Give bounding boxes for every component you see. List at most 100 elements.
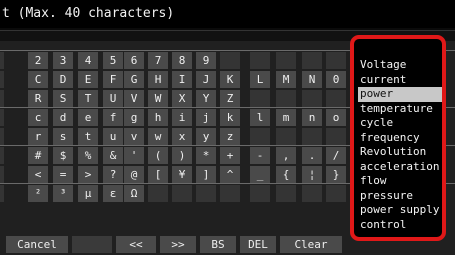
preset-item[interactable]: acceleration: [358, 160, 442, 175]
key-r0-2[interactable]: 4: [78, 52, 98, 69]
key-r4-5[interactable]: w: [148, 128, 168, 145]
key-r3-10[interactable]: m: [276, 109, 296, 126]
key-r6-10[interactable]: {: [276, 166, 296, 183]
key-r7-0[interactable]: ²: [28, 185, 48, 202]
key-r2-3[interactable]: U: [103, 90, 123, 107]
key-r3-4[interactable]: g: [124, 109, 144, 126]
preset-item[interactable]: current: [358, 73, 442, 88]
key-r6-5[interactable]: [: [148, 166, 168, 183]
preset-item[interactable]: control: [358, 218, 442, 233]
key-r2-5[interactable]: W: [148, 90, 168, 107]
cursor-right-button[interactable]: >>: [160, 236, 196, 253]
key-r5-11[interactable]: .: [302, 147, 322, 164]
key-r5-5[interactable]: (: [148, 147, 168, 164]
key-r4-2[interactable]: t: [78, 128, 98, 145]
key-r1-0[interactable]: C: [28, 71, 48, 88]
key-r5-7[interactable]: *: [196, 147, 216, 164]
key-r7-1[interactable]: ³: [53, 185, 73, 202]
key-r0-1[interactable]: 3: [53, 52, 73, 69]
key-r2-4[interactable]: V: [124, 90, 144, 107]
key-r3-3[interactable]: f: [103, 109, 123, 126]
preset-item[interactable]: Revolution: [358, 145, 442, 160]
key-r6-1[interactable]: =: [53, 166, 73, 183]
key-r5-1[interactable]: $: [53, 147, 73, 164]
key-r1-7[interactable]: J: [196, 71, 216, 88]
key-r3-5[interactable]: h: [148, 109, 168, 126]
key-r2-6[interactable]: X: [172, 90, 192, 107]
key-r6-6[interactable]: ¥: [172, 166, 192, 183]
key-r2-0[interactable]: R: [28, 90, 48, 107]
key-r3-0[interactable]: c: [28, 109, 48, 126]
key-r5-3[interactable]: &: [103, 147, 123, 164]
preset-item[interactable]: frequency: [358, 131, 442, 146]
preset-item[interactable]: Voltage: [358, 58, 442, 73]
key-r7-3[interactable]: ε: [103, 185, 123, 202]
key-r4-4[interactable]: v: [124, 128, 144, 145]
key-r5-9[interactable]: -: [250, 147, 270, 164]
key-r1-10[interactable]: M: [276, 71, 296, 88]
key-r5-2[interactable]: %: [78, 147, 98, 164]
clear-button[interactable]: Clear: [280, 236, 342, 253]
cancel-button[interactable]: Cancel: [6, 236, 68, 253]
key-r3-2[interactable]: e: [78, 109, 98, 126]
preset-item[interactable]: cycle: [358, 116, 442, 131]
key-r0-4[interactable]: 6: [124, 52, 144, 69]
key-r0-3[interactable]: 5: [103, 52, 123, 69]
key-r4-8[interactable]: z: [220, 128, 240, 145]
key-r6-7[interactable]: ]: [196, 166, 216, 183]
key-r4-3[interactable]: u: [103, 128, 123, 145]
key-r1-9[interactable]: L: [250, 71, 270, 88]
preset-item[interactable]: pressure: [358, 189, 442, 204]
backspace-button[interactable]: BS: [200, 236, 236, 253]
key-r6-3[interactable]: ?: [103, 166, 123, 183]
key-r6-8[interactable]: ^: [220, 166, 240, 183]
preset-item[interactable]: temperature: [358, 102, 442, 117]
key-r6-11[interactable]: ¦: [302, 166, 322, 183]
key-r6-9[interactable]: _: [250, 166, 270, 183]
preset-item[interactable]: power supply: [358, 203, 442, 218]
key-r3-12[interactable]: o: [326, 109, 346, 126]
key-r1-2[interactable]: E: [78, 71, 98, 88]
key-r3-11[interactable]: n: [302, 109, 322, 126]
key-r2-1[interactable]: S: [53, 90, 73, 107]
key-r1-6[interactable]: I: [172, 71, 192, 88]
key-r5-0[interactable]: #: [28, 147, 48, 164]
key-r6-2[interactable]: >: [78, 166, 98, 183]
key-r1-8[interactable]: K: [220, 71, 240, 88]
key-r6-4[interactable]: @: [124, 166, 144, 183]
key-r4-1[interactable]: s: [53, 128, 73, 145]
key-r6-0[interactable]: <: [28, 166, 48, 183]
key-r2-7[interactable]: Y: [196, 90, 216, 107]
key-r3-9[interactable]: l: [250, 109, 270, 126]
key-r2-2[interactable]: T: [78, 90, 98, 107]
key-r5-12[interactable]: /: [326, 147, 346, 164]
key-r5-8[interactable]: +: [220, 147, 240, 164]
key-r7-2[interactable]: μ: [78, 185, 98, 202]
key-r3-7[interactable]: j: [196, 109, 216, 126]
key-r1-1[interactable]: D: [53, 71, 73, 88]
key-r0-6[interactable]: 8: [172, 52, 192, 69]
key-r2-8[interactable]: Z: [220, 90, 240, 107]
key-r3-1[interactable]: d: [53, 109, 73, 126]
key-r1-5[interactable]: H: [148, 71, 168, 88]
key-r1-12[interactable]: 0: [326, 71, 346, 88]
key-r3-6[interactable]: i: [172, 109, 192, 126]
key-r5-6[interactable]: ): [172, 147, 192, 164]
key-r1-4[interactable]: G: [124, 71, 144, 88]
key-r4-6[interactable]: x: [172, 128, 192, 145]
key-r0-0[interactable]: 2: [28, 52, 48, 69]
delete-button[interactable]: DEL: [240, 236, 276, 253]
key-r6-12[interactable]: }: [326, 166, 346, 183]
key-r5-4[interactable]: ': [124, 147, 144, 164]
preset-item[interactable]: flow: [358, 174, 442, 189]
key-r3-8[interactable]: k: [220, 109, 240, 126]
preset-item[interactable]: power: [358, 87, 442, 102]
key-r7-4[interactable]: Ω: [124, 185, 144, 202]
key-r4-7[interactable]: y: [196, 128, 216, 145]
key-r5-10[interactable]: ,: [276, 147, 296, 164]
key-r0-7[interactable]: 9: [196, 52, 216, 69]
key-r0-5[interactable]: 7: [148, 52, 168, 69]
key-r1-11[interactable]: N: [302, 71, 322, 88]
key-r4-0[interactable]: r: [28, 128, 48, 145]
key-r1-3[interactable]: F: [103, 71, 123, 88]
